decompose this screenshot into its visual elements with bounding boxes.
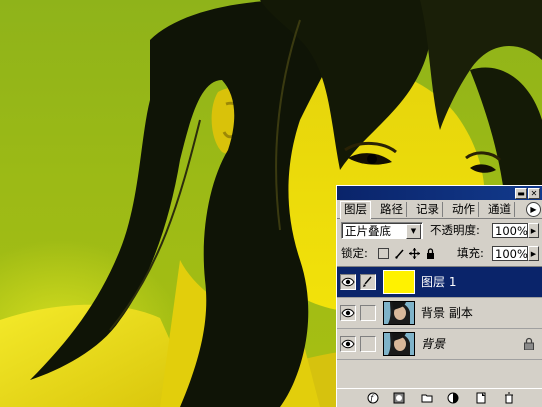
- folder-icon[interactable]: [421, 392, 433, 404]
- eye-icon: [341, 308, 355, 318]
- lock-icon: [524, 337, 534, 350]
- layer-mask-icon[interactable]: [393, 392, 405, 404]
- tab-history[interactable]: 记录: [413, 202, 443, 217]
- layer-row-layer1[interactable]: 图层 1: [337, 267, 542, 298]
- layer-row-background[interactable]: 背景: [337, 329, 542, 360]
- fill-label: 填充:: [457, 246, 484, 260]
- panel-menu-icon[interactable]: ▶: [526, 202, 541, 217]
- layer-name[interactable]: 背景 副本: [421, 305, 473, 321]
- palette-bottom-toolbar: f: [337, 388, 542, 407]
- chevron-down-icon[interactable]: ▼: [406, 224, 421, 239]
- layer-name[interactable]: 图层 1: [421, 274, 456, 290]
- lock-label: 锁定:: [341, 246, 368, 260]
- trash-icon[interactable]: [503, 392, 515, 404]
- visibility-toggle[interactable]: [340, 274, 356, 290]
- new-layer-icon[interactable]: [475, 392, 487, 404]
- tab-paths[interactable]: 路径: [377, 202, 407, 217]
- layer-thumbnail-photo[interactable]: [383, 332, 415, 356]
- layers-palette: ▬ ✕ 图层 路径 记录 动作 通道 ▶ 正片叠底 ▼ 不透明度: 100% ▶…: [336, 185, 542, 407]
- palette-titlebar[interactable]: ▬ ✕: [337, 186, 542, 200]
- lock-all-icon[interactable]: [425, 248, 436, 259]
- fill-slider-arrow-icon[interactable]: ▶: [528, 246, 539, 261]
- brush-icon: [363, 276, 372, 287]
- blend-mode-select[interactable]: 正片叠底 ▼: [341, 222, 423, 239]
- lock-fill-row: 锁定: 填充: 100% ▶: [337, 243, 542, 265]
- eye-icon: [341, 339, 355, 349]
- eye-icon: [341, 277, 355, 287]
- lock-transparency-icon[interactable]: [378, 248, 389, 259]
- blend-mode-value: 正片叠底: [345, 224, 391, 238]
- fill-input[interactable]: 100%: [492, 246, 528, 261]
- tab-actions[interactable]: 动作: [449, 202, 479, 217]
- opacity-input[interactable]: 100%: [492, 223, 528, 238]
- lock-paint-icon[interactable]: [394, 248, 405, 259]
- layer-row-background-copy[interactable]: 背景 副本: [337, 298, 542, 329]
- tab-channels[interactable]: 通道: [485, 202, 515, 217]
- visibility-toggle[interactable]: [340, 336, 356, 352]
- minimize-button[interactable]: ▬: [515, 188, 527, 199]
- layer-thumbnail-yellow[interactable]: [383, 270, 415, 294]
- layer-style-icon[interactable]: f: [367, 392, 379, 404]
- blend-opacity-row: 正片叠底 ▼ 不透明度: 100% ▶: [337, 220, 542, 242]
- link-indicator[interactable]: [360, 305, 376, 321]
- close-button[interactable]: ✕: [528, 188, 540, 199]
- visibility-toggle[interactable]: [340, 305, 356, 321]
- layer-thumbnail-photo[interactable]: [383, 301, 415, 325]
- layers-list: 图层 1 背景 副本 背景: [337, 266, 542, 391]
- opacity-slider-arrow-icon[interactable]: ▶: [528, 223, 539, 238]
- tab-layers[interactable]: 图层: [340, 201, 371, 219]
- palette-tabs: 图层 路径 记录 动作 通道 ▶: [337, 200, 542, 219]
- layer-name[interactable]: 背景: [421, 336, 445, 352]
- link-indicator[interactable]: [360, 336, 376, 352]
- lock-move-icon[interactable]: [409, 248, 420, 259]
- adjustment-layer-icon[interactable]: [447, 392, 459, 404]
- opacity-label: 不透明度:: [430, 223, 480, 237]
- brush-indicator[interactable]: [360, 274, 376, 290]
